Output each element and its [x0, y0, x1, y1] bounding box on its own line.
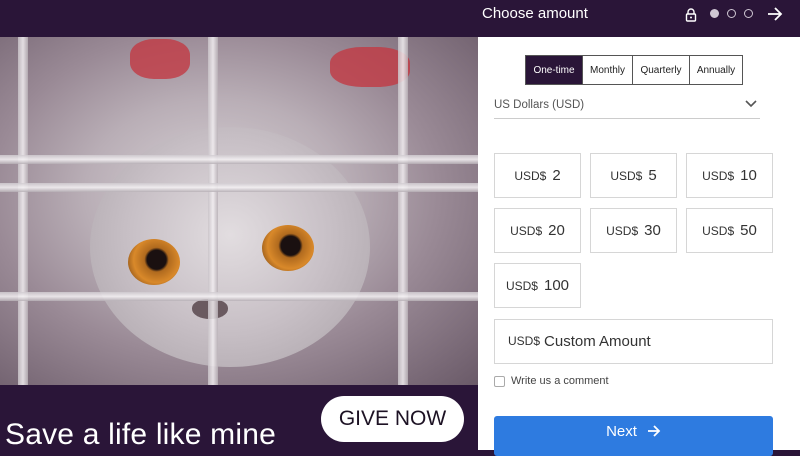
cat-eye: [128, 239, 180, 285]
frequency-monthly[interactable]: Monthly: [583, 56, 633, 84]
amount-option-50[interactable]: USD$ 50: [686, 208, 773, 253]
step-indicator-2: [727, 9, 736, 18]
frequency-selector: One-time Monthly Quarterly Annually: [525, 55, 743, 85]
custom-amount-input[interactable]: [544, 333, 745, 350]
amount-option-30[interactable]: USD$ 30: [590, 208, 677, 253]
amount-currency: USD$: [702, 223, 735, 238]
amount-option-100[interactable]: USD$ 100: [494, 263, 581, 308]
amount-option-5[interactable]: USD$ 5: [590, 153, 677, 198]
step-indicator-1: [710, 9, 719, 18]
lock-icon: [685, 8, 697, 22]
currency-select[interactable]: US Dollars (USD): [494, 96, 760, 119]
hero-panel: Save a life like mine GIVE NOW: [0, 0, 478, 451]
step-indicator-3: [744, 9, 753, 18]
comment-checkbox[interactable]: [494, 375, 505, 387]
amount-currency: USD$: [702, 168, 735, 183]
amount-value: 5: [648, 167, 657, 184]
amount-value: 30: [644, 222, 661, 239]
amount-currency: USD$: [606, 223, 639, 238]
amount-option-20[interactable]: USD$ 20: [494, 208, 581, 253]
amount-option-2[interactable]: USD$ 2: [494, 153, 581, 198]
arrow-right-icon: [647, 425, 661, 437]
amount-currency: USD$: [514, 168, 547, 183]
amount-currency: USD$: [505, 278, 538, 293]
chevron-down-icon: [745, 100, 757, 108]
arrow-right-icon[interactable]: [766, 6, 784, 22]
amount-value: 2: [552, 167, 561, 184]
amount-currency: USD$: [510, 223, 543, 238]
custom-amount-field: USD$: [494, 319, 773, 364]
frequency-one-time[interactable]: One-time: [526, 56, 583, 84]
comment-label: Write us a comment: [511, 375, 609, 387]
custom-amount-currency: USD$: [508, 333, 541, 348]
amount-currency: USD$: [610, 168, 643, 183]
header-title: Choose amount: [482, 5, 588, 22]
amount-value: 20: [548, 222, 565, 239]
hero-image: [0, 37, 478, 385]
cat-eye: [262, 225, 314, 271]
amount-value: 10: [740, 167, 757, 184]
hero-tagline: Save a life like mine: [5, 418, 276, 451]
amount-option-10[interactable]: USD$ 10: [686, 153, 773, 198]
amount-value: 50: [740, 222, 757, 239]
next-button[interactable]: Next: [494, 416, 773, 456]
comment-option: Write us a comment: [494, 375, 609, 387]
frequency-quarterly[interactable]: Quarterly: [633, 56, 690, 84]
give-now-button[interactable]: GIVE NOW: [321, 396, 464, 442]
frequency-annually[interactable]: Annually: [690, 56, 742, 84]
currency-value: US Dollars (USD): [494, 99, 585, 111]
donation-header: Choose amount: [478, 0, 800, 37]
amount-value: 100: [543, 277, 570, 294]
next-button-label: Next: [606, 422, 637, 440]
